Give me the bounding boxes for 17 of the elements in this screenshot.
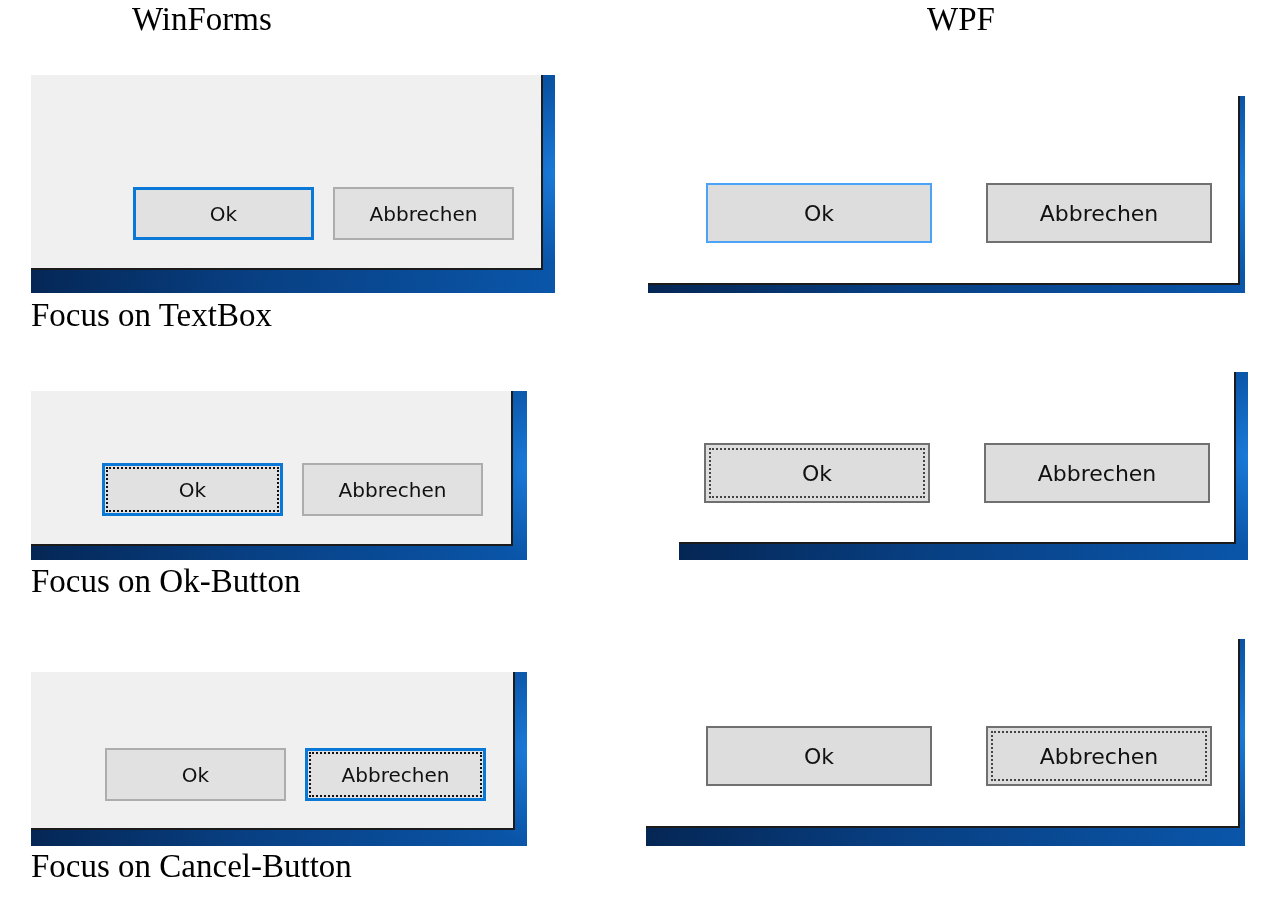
cancel-button[interactable]: Abbrechen (333, 187, 514, 240)
cancel-button[interactable]: Abbrechen (302, 463, 483, 516)
column-title: WinForms (132, 0, 272, 38)
ok-button[interactable]: Ok (102, 463, 283, 516)
caption: Focus on Ok-Button (31, 562, 301, 600)
ok-button[interactable]: Ok (706, 726, 932, 786)
caption: Focus on Cancel-Button (31, 847, 352, 885)
cancel-button[interactable]: Abbrechen (986, 726, 1212, 786)
caption: Focus on TextBox (31, 296, 272, 334)
ok-button[interactable]: Ok (706, 183, 932, 243)
ok-button[interactable]: Ok (105, 748, 286, 801)
cancel-button[interactable]: Abbrechen (305, 748, 486, 801)
cancel-button[interactable]: Abbrechen (984, 443, 1210, 503)
ok-button[interactable]: Ok (133, 187, 314, 240)
cancel-button[interactable]: Abbrechen (986, 183, 1212, 243)
ok-button[interactable]: Ok (704, 443, 930, 503)
column-title: WPF (927, 0, 995, 38)
